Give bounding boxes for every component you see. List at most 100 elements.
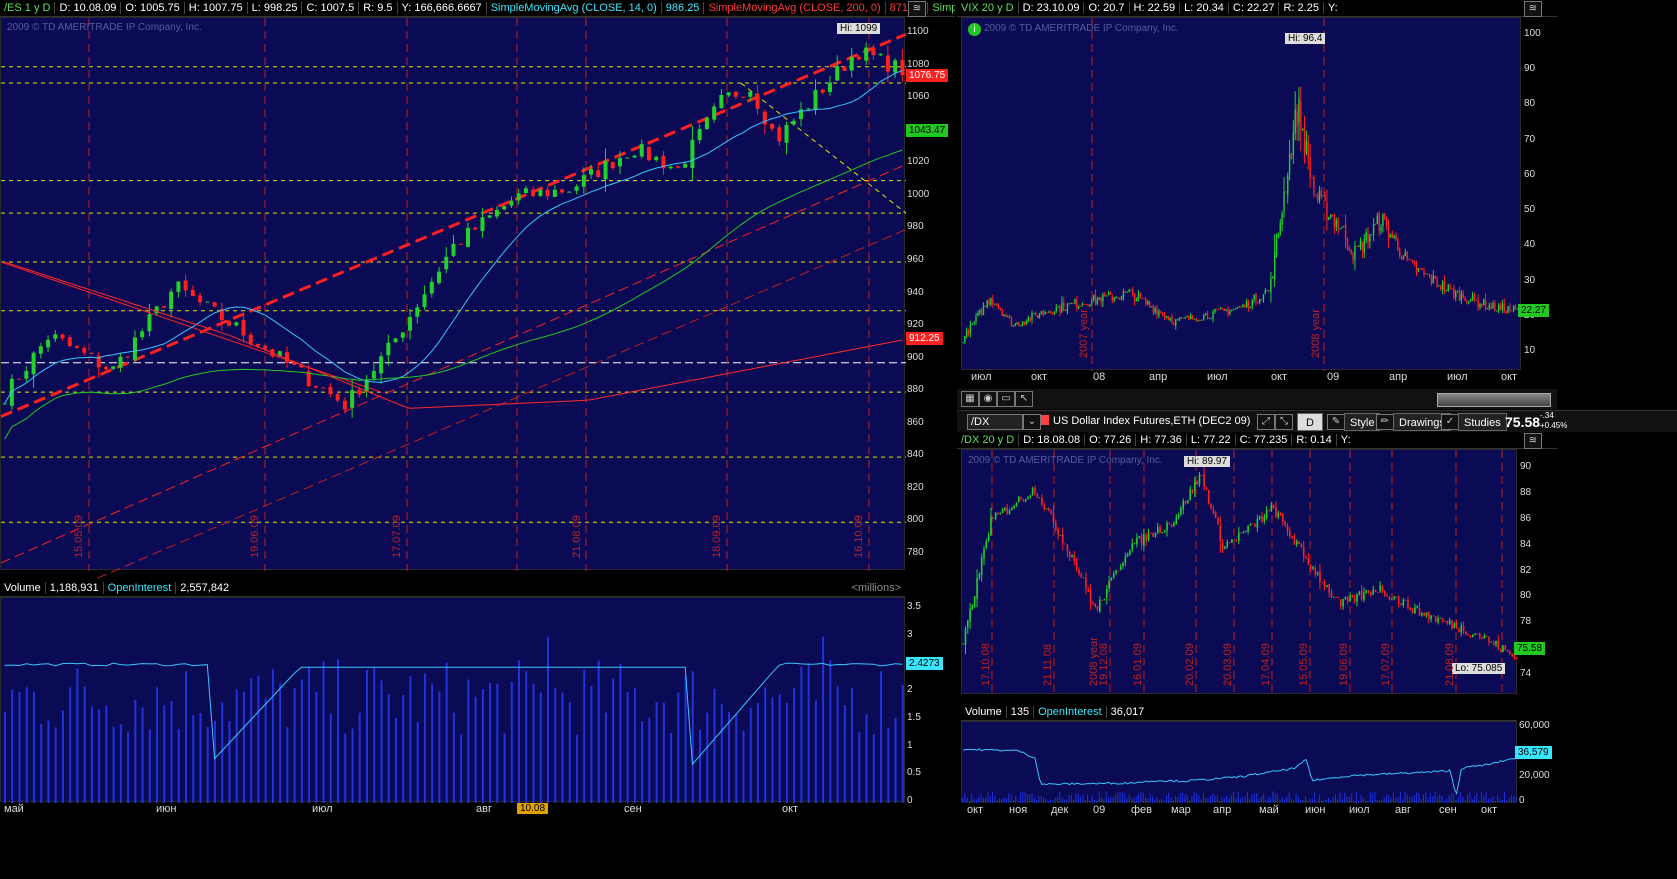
dx-volume-plot[interactable]: [961, 721, 1518, 803]
es-price-tick: 1000: [907, 188, 930, 200]
es-volume-bar: [720, 703, 723, 803]
es-volume-bar: [69, 687, 72, 803]
vix-candle: [1033, 313, 1035, 315]
es-volume-bar: [648, 717, 651, 803]
vix-chart-toggle-icon[interactable]: ≋: [1524, 1, 1542, 17]
link-icon[interactable]: ⤢: [1257, 414, 1275, 430]
es-volume-bar: [141, 707, 144, 803]
vix-candle: [1328, 217, 1330, 220]
es-sma200-label[interactable]: SimpleMovingAvg (CLOSE, 200, 0): [703, 2, 884, 14]
es-candle: [893, 60, 898, 73]
vix-price-tick: 80: [1524, 98, 1536, 110]
dx-symbol[interactable]: /DX 20 y D: [961, 434, 1014, 446]
dx-volume-bar: [1441, 795, 1443, 803]
vix-candle: [1259, 299, 1261, 303]
dx-candle: [1085, 578, 1087, 589]
es-candle: [545, 189, 550, 197]
zoom-icon[interactable]: ◉: [979, 391, 997, 407]
vix-price-tick: 40: [1524, 239, 1536, 251]
vix-price-plot[interactable]: i 2009 © TD AMERITRADE IP Company, Inc. …: [961, 17, 1522, 371]
dx-date-label: 20.03.09: [1222, 643, 1234, 686]
vix-candle: [1132, 290, 1134, 295]
dx-candle: [971, 604, 974, 609]
vix-candle: [1488, 304, 1491, 309]
studies-button[interactable]: Studies: [1458, 413, 1507, 431]
vix-candle: [1139, 292, 1141, 298]
dx-price-plot[interactable]: 2009 © TD AMERITRADE IP Company, Inc. Hi…: [961, 449, 1518, 695]
es-candle: [9, 378, 14, 406]
es-candle: [538, 189, 543, 196]
es-candle: [437, 271, 442, 284]
dx-volume-bar: [1473, 796, 1475, 803]
vix-month-label: 08: [1093, 371, 1106, 383]
drawings-icon[interactable]: ✏: [1376, 414, 1394, 430]
dx-candle: [1328, 584, 1330, 593]
es-symbol[interactable]: /ES 1 y D: [4, 2, 50, 14]
dx-volume-bar: [1399, 791, 1401, 803]
vix-candle: [1412, 260, 1414, 263]
es-candle: [408, 316, 413, 331]
dx-volume-bar: [1497, 795, 1499, 803]
dx-chart-toggle-icon[interactable]: ≋: [1524, 433, 1542, 449]
vix-candle: [1156, 309, 1158, 315]
symbol-lookup-icon[interactable]: ⌄: [1023, 414, 1041, 430]
es-volume-bar: [800, 666, 803, 803]
vix-candle: [1301, 128, 1304, 131]
es-chart-toggle-icon[interactable]: ≋: [908, 1, 926, 17]
es-volume-plot[interactable]: [0, 597, 905, 803]
es-price-tick: 880: [907, 384, 924, 396]
style-icon[interactable]: ✎: [1327, 414, 1345, 430]
vix-candle: [1279, 223, 1281, 234]
es-candle: [465, 227, 470, 247]
dx-volume-bar: [1385, 794, 1387, 803]
vix-symbol[interactable]: VIX 20 y D: [961, 2, 1014, 14]
vix-candle: [1333, 217, 1336, 228]
vix-candle: [1313, 177, 1315, 195]
es-sma14-label[interactable]: SimpleMovingAvg (CLOSE, 14, 0): [485, 2, 661, 14]
dx-candle: [1416, 606, 1419, 608]
dx-candle: [1203, 474, 1205, 487]
dx-volume-bar: [1202, 793, 1204, 803]
vix-candle: [1178, 318, 1181, 321]
es-sma-more[interactable]: SimpleMovi...: [927, 2, 955, 14]
dx-candle: [1235, 539, 1238, 541]
es-date-label: 17.07.09: [391, 515, 403, 558]
style-button[interactable]: Style: [1344, 413, 1381, 431]
vix-candle: [1255, 294, 1257, 302]
vix-info-icon[interactable]: i: [968, 23, 981, 36]
period-button[interactable]: D: [1297, 413, 1323, 431]
dx-candle: [1386, 594, 1388, 597]
es-oi-label[interactable]: OpenInterest: [102, 582, 176, 594]
vix-candle: [1234, 308, 1237, 310]
vix-scrollbar[interactable]: [1437, 393, 1551, 407]
studies-icon[interactable]: ✓: [1441, 414, 1459, 430]
dx-candle: [1214, 512, 1217, 518]
dx-candle: [1101, 599, 1103, 601]
grid-icon[interactable]: ▦: [961, 391, 979, 407]
dx-candle: [1150, 532, 1152, 534]
link2-icon[interactable]: ⤡: [1275, 414, 1293, 430]
dx-volume-bar: [989, 796, 991, 803]
dx-volume-bar: [1142, 792, 1144, 803]
vix-candle: [1100, 297, 1102, 303]
es-volume-bar: [286, 727, 289, 803]
es-price-plot[interactable]: 2009 © TD AMERITRADE IP Company, Inc. Hi…: [0, 17, 907, 621]
dx-symbol-input[interactable]: [967, 414, 1023, 430]
pan-icon[interactable]: ▭: [997, 391, 1015, 407]
es-volume-bar: [185, 671, 187, 803]
vix-candle: [1020, 324, 1022, 326]
vix-candle: [1242, 304, 1244, 308]
vix-candle: [1072, 302, 1074, 304]
vix-candle: [1206, 312, 1209, 318]
es-volume-bar: [105, 705, 108, 803]
dx-candle: [1006, 507, 1008, 514]
cursor-icon[interactable]: ↖: [1015, 391, 1033, 407]
vix-candle: [1404, 251, 1407, 257]
es-candle: [313, 386, 318, 388]
es-candle: [263, 345, 268, 350]
vix-candle: [1214, 308, 1216, 312]
dx-candle: [1024, 499, 1027, 502]
dx-oi-label[interactable]: OpenInterest: [1033, 706, 1106, 718]
es-candle: [885, 55, 890, 72]
vix-candle: [995, 303, 998, 306]
